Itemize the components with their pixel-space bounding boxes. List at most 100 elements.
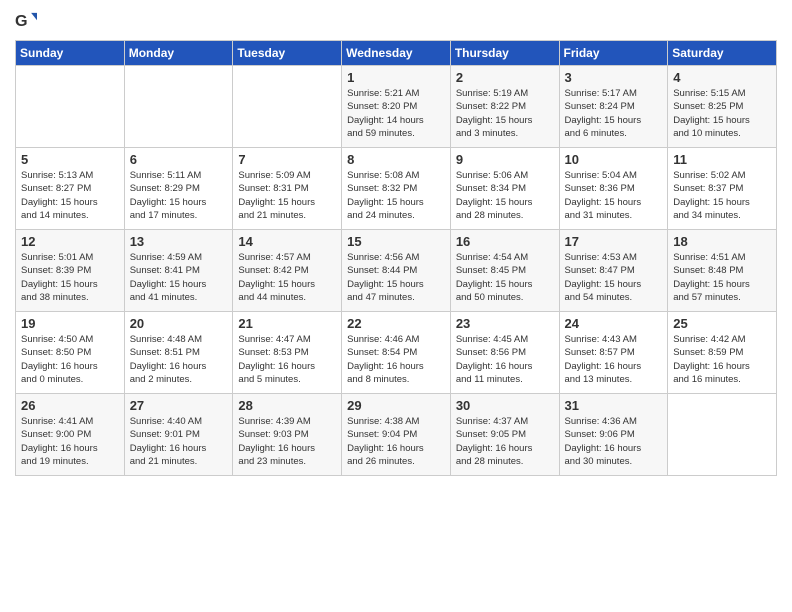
day-info: Sunrise: 4:42 AM Sunset: 8:59 PM Dayligh… bbox=[673, 333, 771, 386]
day-info: Sunrise: 4:54 AM Sunset: 8:45 PM Dayligh… bbox=[456, 251, 554, 304]
column-header-friday: Friday bbox=[559, 41, 668, 66]
day-cell bbox=[233, 66, 342, 148]
day-info: Sunrise: 5:15 AM Sunset: 8:25 PM Dayligh… bbox=[673, 87, 771, 140]
day-cell: 29 Sunrise: 4:38 AM Sunset: 9:04 PM Dayli… bbox=[342, 394, 451, 476]
day-cell: 10 Sunrise: 5:04 AM Sunset: 8:36 PM Dayli… bbox=[559, 148, 668, 230]
day-number: 16 bbox=[456, 234, 554, 249]
day-number: 3 bbox=[565, 70, 663, 85]
day-cell: 5 Sunrise: 5:13 AM Sunset: 8:27 PM Daylig… bbox=[16, 148, 125, 230]
day-info: Sunrise: 5:11 AM Sunset: 8:29 PM Dayligh… bbox=[130, 169, 228, 222]
header-row: SundayMondayTuesdayWednesdayThursdayFrid… bbox=[16, 41, 777, 66]
day-cell: 6 Sunrise: 5:11 AM Sunset: 8:29 PM Daylig… bbox=[124, 148, 233, 230]
day-cell: 2 Sunrise: 5:19 AM Sunset: 8:22 PM Daylig… bbox=[450, 66, 559, 148]
column-header-wednesday: Wednesday bbox=[342, 41, 451, 66]
day-cell: 26 Sunrise: 4:41 AM Sunset: 9:00 PM Dayli… bbox=[16, 394, 125, 476]
day-info: Sunrise: 4:46 AM Sunset: 8:54 PM Dayligh… bbox=[347, 333, 445, 386]
day-info: Sunrise: 4:43 AM Sunset: 8:57 PM Dayligh… bbox=[565, 333, 663, 386]
day-cell: 13 Sunrise: 4:59 AM Sunset: 8:41 PM Dayli… bbox=[124, 230, 233, 312]
day-info: Sunrise: 4:36 AM Sunset: 9:06 PM Dayligh… bbox=[565, 415, 663, 468]
day-number: 30 bbox=[456, 398, 554, 413]
day-cell: 27Sunrise: 4:40 AM Sunset: 9:01 PM Dayli… bbox=[124, 394, 233, 476]
calendar-table: SundayMondayTuesdayWednesdayThursdayFrid… bbox=[15, 40, 777, 476]
day-info: Sunrise: 5:06 AM Sunset: 8:34 PM Dayligh… bbox=[456, 169, 554, 222]
day-cell: 18 Sunrise: 4:51 AM Sunset: 8:48 PM Dayli… bbox=[668, 230, 777, 312]
day-number: 17 bbox=[565, 234, 663, 249]
day-info: Sunrise: 4:59 AM Sunset: 8:41 PM Dayligh… bbox=[130, 251, 228, 304]
day-number: 6 bbox=[130, 152, 228, 167]
day-number: 15 bbox=[347, 234, 445, 249]
day-number: 14 bbox=[238, 234, 336, 249]
day-cell: 20Sunrise: 4:48 AM Sunset: 8:51 PM Dayli… bbox=[124, 312, 233, 394]
day-cell: 17 Sunrise: 4:53 AM Sunset: 8:47 PM Dayli… bbox=[559, 230, 668, 312]
day-cell bbox=[668, 394, 777, 476]
day-cell: 7 Sunrise: 5:09 AM Sunset: 8:31 PM Daylig… bbox=[233, 148, 342, 230]
day-info: Sunrise: 4:38 AM Sunset: 9:04 PM Dayligh… bbox=[347, 415, 445, 468]
day-number: 23 bbox=[456, 316, 554, 331]
day-cell: 9 Sunrise: 5:06 AM Sunset: 8:34 PM Daylig… bbox=[450, 148, 559, 230]
day-info: Sunrise: 5:09 AM Sunset: 8:31 PM Dayligh… bbox=[238, 169, 336, 222]
day-number: 1 bbox=[347, 70, 445, 85]
logo: G bbox=[15, 10, 41, 32]
day-number: 27 bbox=[130, 398, 228, 413]
day-number: 25 bbox=[673, 316, 771, 331]
week-row-1: 1 Sunrise: 5:21 AM Sunset: 8:20 PM Daylig… bbox=[16, 66, 777, 148]
day-number: 13 bbox=[130, 234, 228, 249]
day-number: 31 bbox=[565, 398, 663, 413]
day-info: Sunrise: 4:57 AM Sunset: 8:42 PM Dayligh… bbox=[238, 251, 336, 304]
day-number: 8 bbox=[347, 152, 445, 167]
day-cell: 19 Sunrise: 4:50 AM Sunset: 8:50 PM Dayli… bbox=[16, 312, 125, 394]
day-number: 4 bbox=[673, 70, 771, 85]
svg-text:G: G bbox=[15, 12, 28, 30]
day-info: Sunrise: 5:19 AM Sunset: 8:22 PM Dayligh… bbox=[456, 87, 554, 140]
day-cell bbox=[124, 66, 233, 148]
day-info: Sunrise: 4:45 AM Sunset: 8:56 PM Dayligh… bbox=[456, 333, 554, 386]
day-number: 5 bbox=[21, 152, 119, 167]
day-info: Sunrise: 4:37 AM Sunset: 9:05 PM Dayligh… bbox=[456, 415, 554, 468]
day-number: 2 bbox=[456, 70, 554, 85]
day-info: Sunrise: 4:56 AM Sunset: 8:44 PM Dayligh… bbox=[347, 251, 445, 304]
day-number: 21 bbox=[238, 316, 336, 331]
day-number: 22 bbox=[347, 316, 445, 331]
day-cell: 31 Sunrise: 4:36 AM Sunset: 9:06 PM Dayli… bbox=[559, 394, 668, 476]
day-info: Sunrise: 4:53 AM Sunset: 8:47 PM Dayligh… bbox=[565, 251, 663, 304]
week-row-2: 5 Sunrise: 5:13 AM Sunset: 8:27 PM Daylig… bbox=[16, 148, 777, 230]
day-number: 29 bbox=[347, 398, 445, 413]
day-cell: 11Sunrise: 5:02 AM Sunset: 8:37 PM Dayli… bbox=[668, 148, 777, 230]
day-info: Sunrise: 4:41 AM Sunset: 9:00 PM Dayligh… bbox=[21, 415, 119, 468]
day-cell: 16 Sunrise: 4:54 AM Sunset: 8:45 PM Dayli… bbox=[450, 230, 559, 312]
day-cell: 3 Sunrise: 5:17 AM Sunset: 8:24 PM Daylig… bbox=[559, 66, 668, 148]
day-info: Sunrise: 5:02 AM Sunset: 8:37 PM Dayligh… bbox=[673, 169, 771, 222]
column-header-sunday: Sunday bbox=[16, 41, 125, 66]
day-number: 12 bbox=[21, 234, 119, 249]
day-cell bbox=[16, 66, 125, 148]
day-number: 20 bbox=[130, 316, 228, 331]
day-cell: 4 Sunrise: 5:15 AM Sunset: 8:25 PM Daylig… bbox=[668, 66, 777, 148]
day-number: 18 bbox=[673, 234, 771, 249]
column-header-thursday: Thursday bbox=[450, 41, 559, 66]
day-cell: 14 Sunrise: 4:57 AM Sunset: 8:42 PM Dayli… bbox=[233, 230, 342, 312]
day-info: Sunrise: 5:13 AM Sunset: 8:27 PM Dayligh… bbox=[21, 169, 119, 222]
day-cell: 28 Sunrise: 4:39 AM Sunset: 9:03 PM Dayli… bbox=[233, 394, 342, 476]
week-row-4: 19 Sunrise: 4:50 AM Sunset: 8:50 PM Dayli… bbox=[16, 312, 777, 394]
day-number: 9 bbox=[456, 152, 554, 167]
day-info: Sunrise: 5:01 AM Sunset: 8:39 PM Dayligh… bbox=[21, 251, 119, 304]
page-header: G bbox=[15, 10, 777, 32]
column-header-monday: Monday bbox=[124, 41, 233, 66]
day-number: 7 bbox=[238, 152, 336, 167]
day-cell: 21Sunrise: 4:47 AM Sunset: 8:53 PM Dayli… bbox=[233, 312, 342, 394]
day-info: Sunrise: 4:50 AM Sunset: 8:50 PM Dayligh… bbox=[21, 333, 119, 386]
day-number: 10 bbox=[565, 152, 663, 167]
day-info: Sunrise: 5:21 AM Sunset: 8:20 PM Dayligh… bbox=[347, 87, 445, 140]
day-number: 24 bbox=[565, 316, 663, 331]
logo-icon: G bbox=[15, 10, 37, 32]
day-number: 19 bbox=[21, 316, 119, 331]
day-info: Sunrise: 5:17 AM Sunset: 8:24 PM Dayligh… bbox=[565, 87, 663, 140]
day-info: Sunrise: 4:39 AM Sunset: 9:03 PM Dayligh… bbox=[238, 415, 336, 468]
day-info: Sunrise: 4:51 AM Sunset: 8:48 PM Dayligh… bbox=[673, 251, 771, 304]
day-info: Sunrise: 5:04 AM Sunset: 8:36 PM Dayligh… bbox=[565, 169, 663, 222]
week-row-3: 12 Sunrise: 5:01 AM Sunset: 8:39 PM Dayli… bbox=[16, 230, 777, 312]
day-number: 26 bbox=[21, 398, 119, 413]
day-number: 28 bbox=[238, 398, 336, 413]
day-cell: 15 Sunrise: 4:56 AM Sunset: 8:44 PM Dayli… bbox=[342, 230, 451, 312]
day-cell: 12 Sunrise: 5:01 AM Sunset: 8:39 PM Dayli… bbox=[16, 230, 125, 312]
